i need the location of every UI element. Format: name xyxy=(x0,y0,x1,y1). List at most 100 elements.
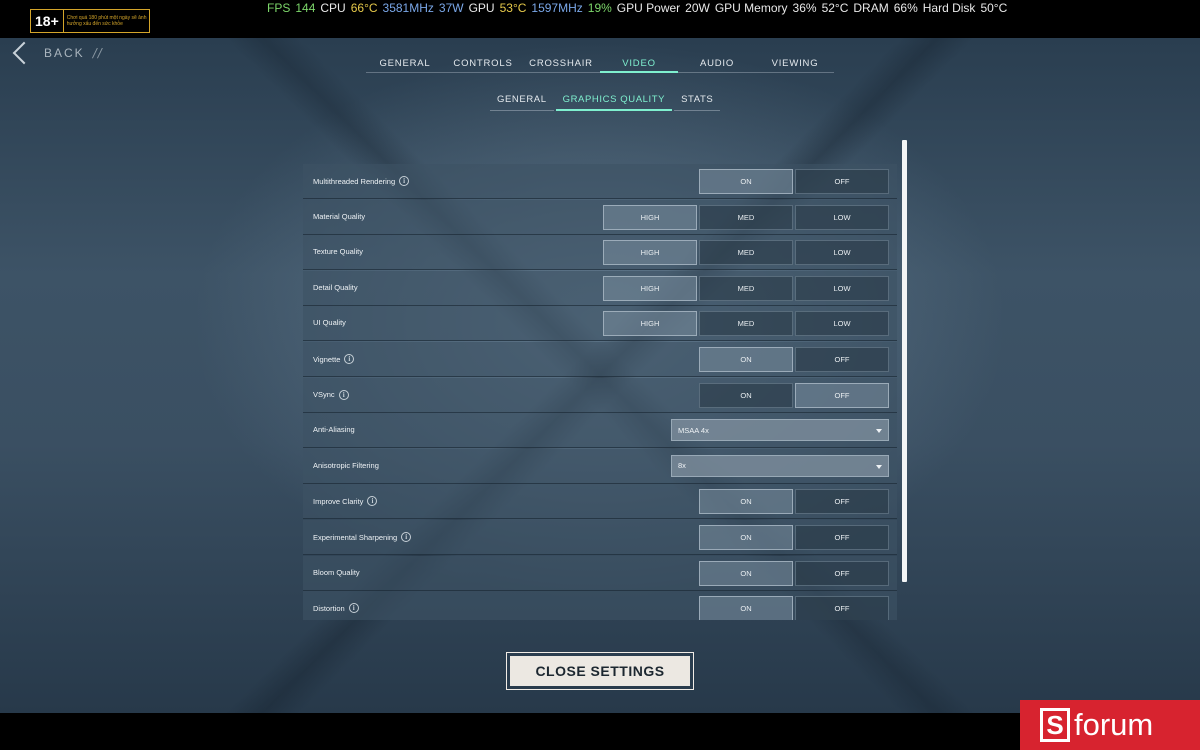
tab-general[interactable]: GENERAL xyxy=(366,56,444,72)
setting-label: Anti-Aliasing xyxy=(313,425,355,434)
option-off-button[interactable]: OFF xyxy=(795,525,889,550)
setting-label-text: Bloom Quality xyxy=(313,567,360,577)
close-settings-label: CLOSE SETTINGS xyxy=(510,656,690,686)
option-off-button[interactable]: OFF xyxy=(795,169,889,194)
option-off-button[interactable]: OFF xyxy=(795,489,889,515)
option-on-button[interactable]: ON xyxy=(699,169,793,194)
tab-audio[interactable]: AUDIO xyxy=(678,56,756,72)
stats-overlay-bar: 18+ Chơi quá 180 phút một ngày sẽ ảnh hư… xyxy=(0,0,1200,38)
info-icon[interactable]: i xyxy=(401,532,412,542)
stat-item: GPU Memory xyxy=(714,1,788,15)
setting-row-ui-quality: UI Quality HIGH MED LOW xyxy=(303,306,897,342)
stat-item: FPS xyxy=(267,1,291,15)
settings-tabs: GENERAL CONTROLS CROSSHAIR VIDEO AUDIO VIEWIN… xyxy=(366,56,834,73)
setting-label-text: Vignette xyxy=(313,354,341,364)
tab-crosshair[interactable]: CROSSHAIR xyxy=(522,56,600,72)
sforum-logo-icon: S xyxy=(1040,708,1070,742)
age-rating-number: 18+ xyxy=(31,10,64,32)
option-on-button[interactable]: ON xyxy=(699,382,793,408)
option-low-button[interactable]: LOW xyxy=(795,311,889,337)
stat-item: 52°C xyxy=(821,1,849,15)
setting-row-material-quality: Material Quality HIGH MED LOW xyxy=(303,199,897,235)
graphics-settings-list: Multithreaded Rendering i ON OFF Material Qu… xyxy=(303,164,897,620)
info-icon[interactable]: i xyxy=(367,496,378,507)
settings-scrollbar[interactable] xyxy=(902,140,907,582)
option-med-button[interactable]: MED xyxy=(699,311,793,337)
option-low-button[interactable]: LOW xyxy=(795,204,889,230)
stat-item: GPU Power xyxy=(616,1,681,15)
info-icon[interactable]: i xyxy=(399,176,410,186)
setting-row-detail-quality: Detail Quality HIGH MED LOW xyxy=(303,270,897,306)
option-off-button[interactable]: OFF xyxy=(795,347,889,372)
subtab-general[interactable]: GENERAL xyxy=(490,94,554,111)
option-high-button[interactable]: HIGH xyxy=(603,275,697,301)
anisotropic-filtering-dropdown[interactable]: 8x xyxy=(671,454,889,477)
setting-row-bloom-quality: Bloom Quality ON OFF xyxy=(303,555,897,591)
stat-item: 144 xyxy=(295,1,316,15)
option-low-button[interactable]: LOW xyxy=(795,240,889,266)
setting-row-multithreaded-rendering: Multithreaded Rendering i ON OFF xyxy=(303,164,897,199)
option-on-button[interactable]: ON xyxy=(699,560,793,586)
option-on-button[interactable]: ON xyxy=(699,347,793,372)
option-off-button[interactable]: OFF xyxy=(795,382,889,408)
tab-viewing[interactable]: VIEWING xyxy=(756,56,834,72)
age-warning-text: Chơi quá 180 phút một ngày sẽ ảnh hưởng … xyxy=(66,15,147,27)
setting-label: Texture Quality xyxy=(313,247,363,256)
setting-label-text: Experimental Sharpening xyxy=(313,532,398,542)
tab-controls[interactable]: CONTROLS xyxy=(444,56,522,72)
stat-item: 53°C xyxy=(499,1,527,15)
dropdown-value: 8x xyxy=(678,461,686,471)
option-on-button[interactable]: ON xyxy=(699,525,793,550)
setting-label-text: Anisotropic Filtering xyxy=(313,460,379,470)
stat-item: 36% xyxy=(792,1,817,15)
setting-label: Multithreaded Rendering i xyxy=(313,176,410,186)
stat-item: CPU xyxy=(320,1,346,15)
tab-video[interactable]: VIDEO xyxy=(600,56,678,73)
dropdown-value: MSAA 4x xyxy=(678,425,709,435)
performance-stats: FPS 144 CPU 66°C 3581MHz 37W GPU 53°C 1597MHz 19%… xyxy=(267,1,1012,15)
option-on-button[interactable]: ON xyxy=(699,596,793,620)
setting-row-distortion: Distortion i ON OFF xyxy=(303,591,897,620)
option-high-button[interactable]: HIGH xyxy=(603,311,697,337)
info-icon[interactable]: i xyxy=(338,389,349,400)
info-icon[interactable]: i xyxy=(348,603,359,614)
setting-label-text: UI Quality xyxy=(313,318,346,328)
option-on-button[interactable]: ON xyxy=(699,489,793,515)
stat-item: 66°C xyxy=(350,1,378,15)
option-high-button[interactable]: HIGH xyxy=(603,240,697,266)
setting-row-improve-clarity: Improve Clarity i ON OFF xyxy=(303,484,897,520)
option-off-button[interactable]: OFF xyxy=(795,560,889,586)
stat-item: DRAM xyxy=(853,1,889,15)
chevron-left-icon xyxy=(12,41,36,65)
setting-label: Anisotropic Filtering xyxy=(313,461,379,470)
option-med-button[interactable]: MED xyxy=(699,204,793,230)
back-button[interactable]: BACK // xyxy=(12,41,103,65)
subtab-stats[interactable]: STATS xyxy=(674,94,721,111)
close-settings-button[interactable]: CLOSE SETTINGS xyxy=(506,652,694,690)
setting-label: Material Quality xyxy=(313,212,365,221)
option-med-button[interactable]: MED xyxy=(699,275,793,301)
setting-label-text: VSync xyxy=(313,390,335,400)
sforum-logo: S forum xyxy=(1020,700,1200,750)
setting-label-text: Texture Quality xyxy=(313,247,364,257)
option-low-button[interactable]: LOW xyxy=(795,275,889,301)
sforum-logo-text: forum xyxy=(1074,707,1154,742)
setting-label: UI Quality xyxy=(313,318,346,327)
setting-label: Experimental Sharpening i xyxy=(313,532,412,542)
stat-item: 1597MHz xyxy=(531,1,583,15)
setting-label: VSync i xyxy=(313,389,349,400)
anti-aliasing-dropdown[interactable]: MSAA 4x xyxy=(671,419,889,442)
option-off-button[interactable]: OFF xyxy=(795,596,889,620)
setting-label: Distortion i xyxy=(313,603,359,614)
stat-item: 3581MHz xyxy=(382,1,434,15)
setting-label: Detail Quality xyxy=(313,283,358,292)
option-med-button[interactable]: MED xyxy=(699,240,793,266)
stat-item: 50°C xyxy=(980,1,1008,15)
back-suffix: // xyxy=(92,46,103,60)
subtab-graphics-quality[interactable]: GRAPHICS QUALITY xyxy=(555,94,673,111)
option-high-button[interactable]: HIGH xyxy=(603,204,697,230)
stat-item: 19% xyxy=(587,1,612,15)
setting-row-anisotropic-filtering: Anisotropic Filtering 8x xyxy=(303,448,897,484)
chevron-down-icon xyxy=(876,464,882,469)
info-icon[interactable]: i xyxy=(344,354,355,364)
